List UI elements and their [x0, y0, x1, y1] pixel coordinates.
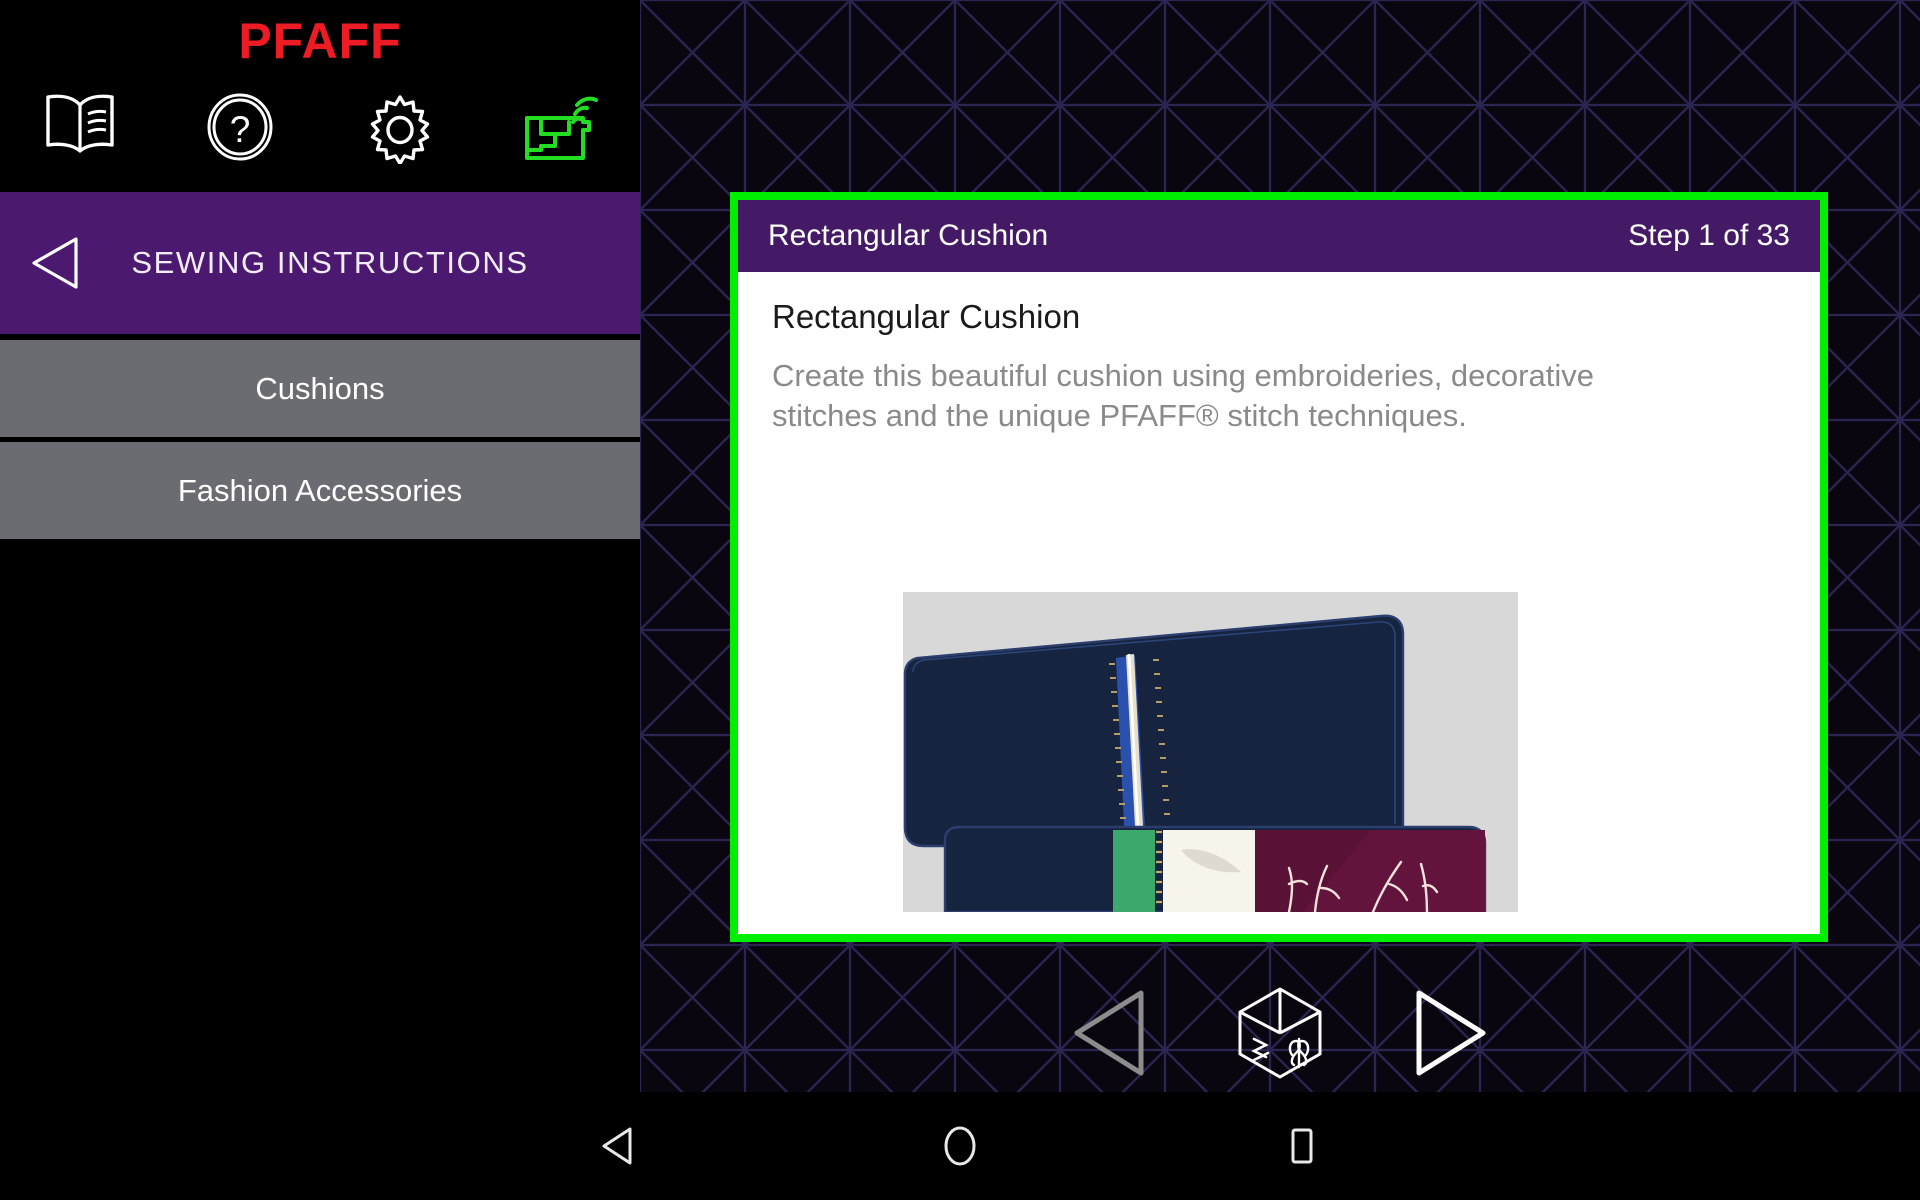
help-question-icon: ?: [207, 93, 273, 161]
left-panel: PFAFF ? SEWING INSTRUCTIONS Cushions Fas…: [0, 0, 640, 1092]
pfaff-logo: PFAFF: [238, 13, 402, 69]
machine-wifi-icon: [525, 96, 598, 160]
android-home-button[interactable]: [938, 1122, 982, 1170]
android-back-icon: [602, 1127, 632, 1165]
instruction-card: Rectangular Cushion Step 1 of 33 Rectang…: [730, 192, 1828, 942]
stitch-cube-button[interactable]: [1234, 983, 1326, 1083]
manual-book-icon: [46, 94, 114, 153]
settings-gear-icon-button[interactable]: [320, 86, 480, 164]
android-recents-icon: [1291, 1128, 1313, 1164]
cushion-illustration-svg: [903, 592, 1518, 912]
sidebar-item-cushions[interactable]: Cushions: [0, 340, 640, 442]
pfaff-sewing-instructions-screen: PFAFF ? SEWING INSTRUCTIONS Cushions Fas…: [0, 0, 1920, 1200]
android-home-icon: [944, 1126, 976, 1166]
back-triangle-icon: [32, 237, 78, 289]
stitch-cube-icon: [1238, 987, 1322, 1078]
back-button[interactable]: [0, 234, 110, 292]
previous-triangle-icon: [1074, 990, 1144, 1075]
android-recents-button[interactable]: [1282, 1123, 1322, 1169]
android-system-nav-bar: [0, 1092, 1920, 1200]
step-counter: Step 1 of 33: [1628, 219, 1790, 252]
section-title: SEWING INSTRUCTIONS: [131, 245, 529, 280]
manual-book-icon-button[interactable]: [0, 86, 160, 154]
top-icon-bar: ?: [0, 86, 640, 191]
card-body: Rectangular Cushion Create this beautifu…: [738, 272, 1820, 934]
project-description: Create this beautiful cushion using embr…: [772, 358, 1594, 433]
step-navigation-bar: [640, 975, 1920, 1090]
machine-wifi-icon-button[interactable]: [480, 86, 640, 164]
help-question-icon-button[interactable]: ?: [160, 86, 320, 162]
sidebar-menu: Cushions Fashion Accessories: [0, 340, 640, 544]
project-heading: Rectangular Cushion: [772, 298, 1081, 335]
panel-green: [1113, 830, 1155, 912]
android-back-button[interactable]: [598, 1124, 638, 1168]
cushion-illustration: [903, 592, 1518, 912]
panel-cream: [1163, 830, 1255, 912]
main-content-area: Rectangular Cushion Step 1 of 33 Rectang…: [640, 0, 1920, 1092]
svg-text:?: ?: [230, 109, 251, 150]
settings-gear-icon: [370, 95, 430, 164]
card-header: Rectangular Cushion Step 1 of 33: [738, 200, 1820, 272]
next-step-button[interactable]: [1411, 987, 1489, 1079]
sewing-instructions-header[interactable]: SEWING INSTRUCTIONS: [0, 192, 640, 334]
card-title: Rectangular Cushion: [768, 219, 1049, 252]
sidebar-item-fashion-accessories[interactable]: Fashion Accessories: [0, 442, 640, 544]
previous-step-button[interactable]: [1071, 987, 1149, 1079]
next-triangle-icon: [1416, 990, 1486, 1075]
card-inner: Rectangular Cushion Step 1 of 33 Rectang…: [738, 200, 1820, 934]
